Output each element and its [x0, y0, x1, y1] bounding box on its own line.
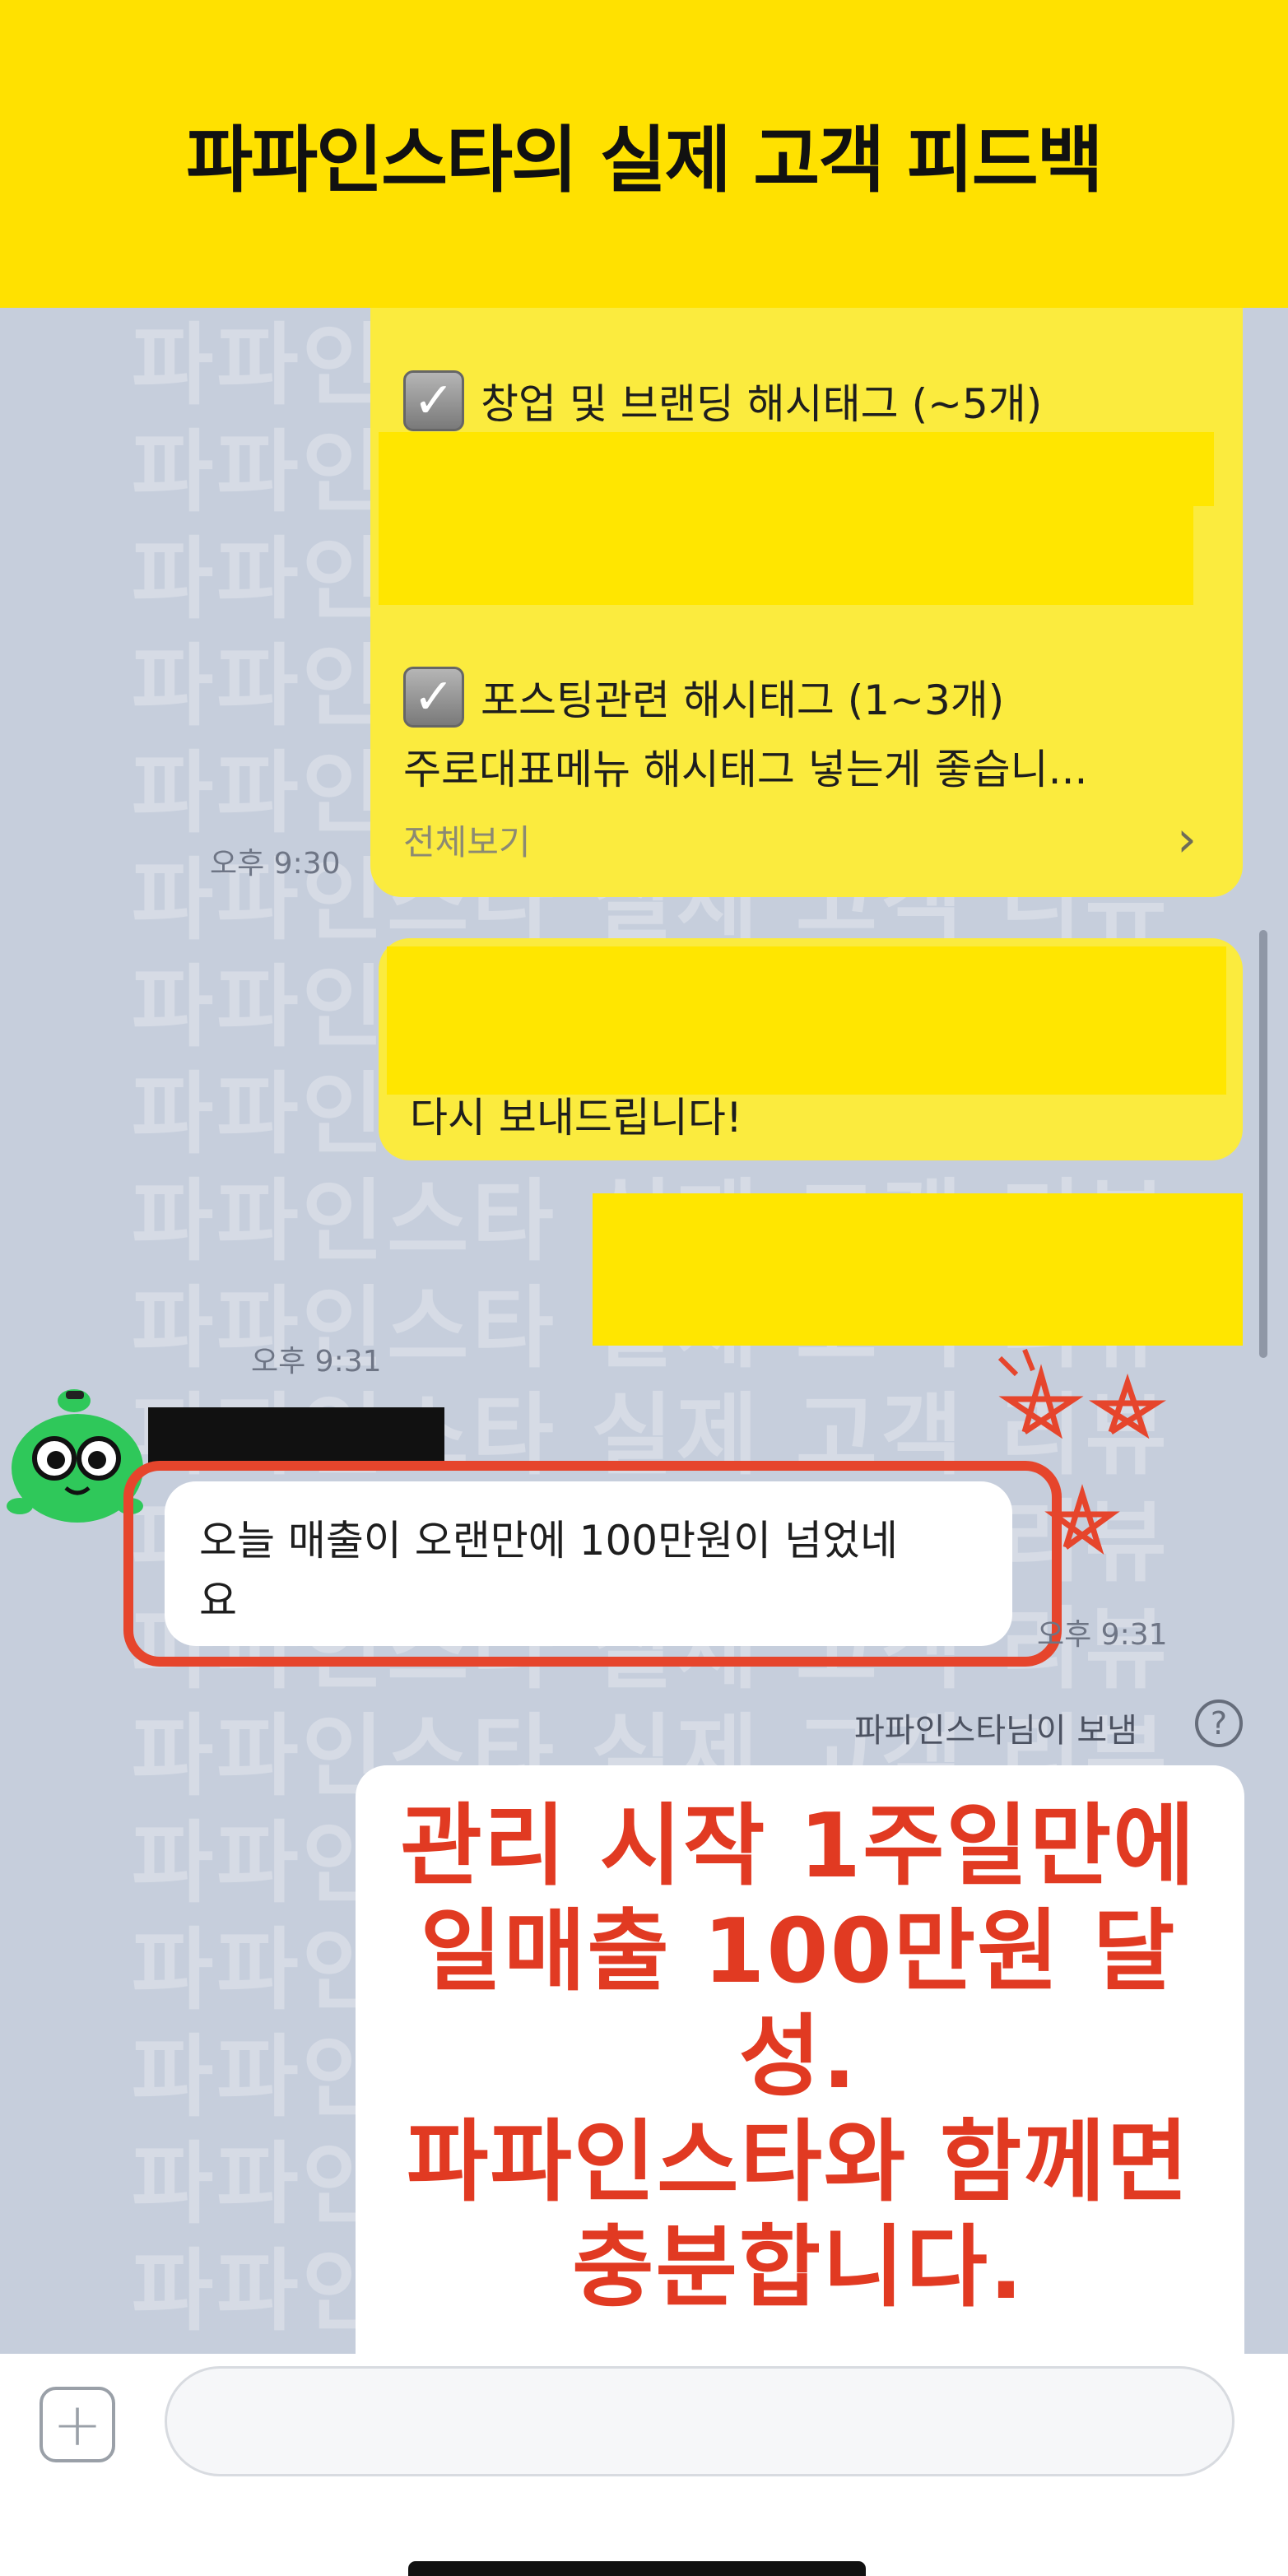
- checkbox-icon: ✓: [403, 370, 464, 431]
- header-banner: 파파인스타의 실제 고객 피드백: [0, 0, 1288, 308]
- view-all-link[interactable]: 전체보기: [403, 815, 531, 865]
- promo-text: 관리 시작 1주일만에 일매출 100만원 달성. 파파인스타와 함께면 충분합…: [362, 1794, 1235, 2321]
- hashtag-line-2-text: 포스팅관련 해시태그 (1~3개): [481, 677, 1005, 724]
- message-time: 오후 9:30: [210, 847, 341, 881]
- redaction: [387, 946, 1226, 1095]
- redacted-sender-name: [148, 1407, 444, 1465]
- redaction: [379, 506, 1193, 605]
- page-title: 파파인스타의 실제 고객 피드백: [186, 117, 1103, 202]
- checkbox-icon: ✓: [403, 667, 464, 728]
- promo-line-4: 충분합니다.: [572, 2216, 1025, 2319]
- hashtag-line-2: ✓ 포스팅관련 해시태그 (1~3개): [403, 667, 1004, 728]
- chevron-right-icon[interactable]: ›: [1177, 811, 1197, 868]
- message-time: 오후 9:31: [1037, 1618, 1168, 1652]
- scrollbar[interactable]: [1259, 930, 1267, 1358]
- promo-line-2: 일매출 100만원 달성.: [420, 1900, 1177, 2109]
- highlight-outline: [123, 1461, 1062, 1667]
- promo-line-3: 파파인스타와 함께면: [407, 2111, 1190, 2214]
- hashtag-line-1: ✓ 창업 및 브랜딩 해시태그 (~5개): [403, 370, 1042, 431]
- promo-line-1: 관리 시작 1주일만에: [400, 1795, 1197, 1898]
- message-input[interactable]: [165, 2366, 1235, 2476]
- hashtag-line-1-text: 창업 및 브랜딩 해시태그 (~5개): [481, 380, 1043, 428]
- hashtag-line-3: 주로대표메뉴 해시태그 넣는게 좋습니...: [403, 746, 1088, 793]
- add-attachment-button[interactable]: +: [40, 2387, 115, 2462]
- redaction: [379, 432, 1214, 506]
- help-icon[interactable]: ?: [1195, 1700, 1243, 1747]
- sent-by-note: 파파인스타님이 보냄: [854, 1712, 1137, 1750]
- resend-message-text: 다시 보내드립니다!: [410, 1094, 742, 1142]
- chat-screen: 파파인스타 실제 고객 리뷰 파파인스타 실제 고객 리뷰 파파인스타 실제 고…: [0, 0, 1288, 2576]
- message-time: 오후 9:31: [251, 1345, 382, 1379]
- redacted-message: [593, 1193, 1243, 1346]
- home-indicator: [408, 2561, 866, 2576]
